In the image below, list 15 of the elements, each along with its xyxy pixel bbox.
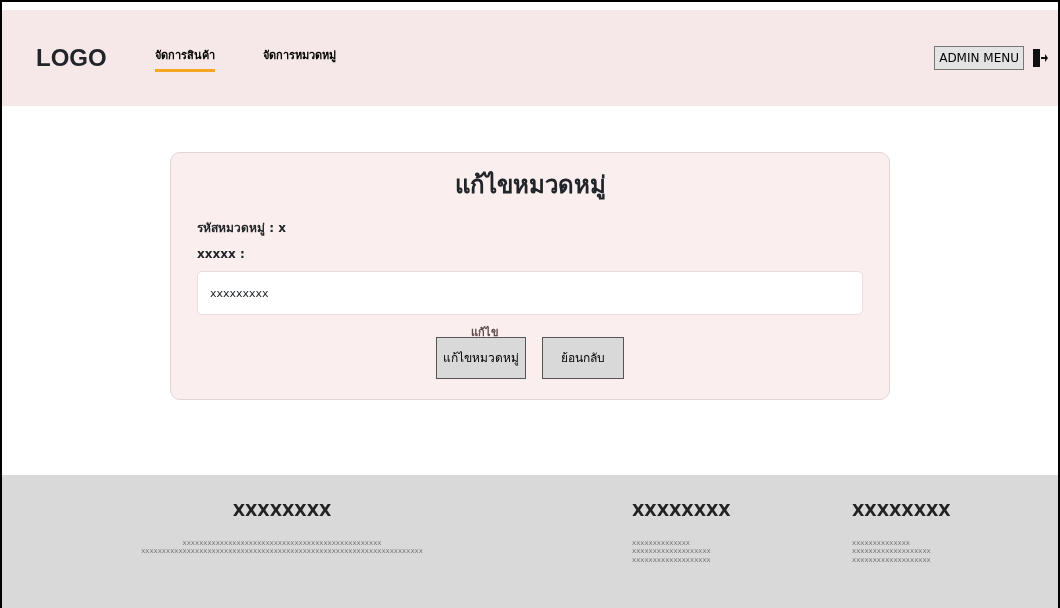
logout-icon[interactable] (1032, 48, 1048, 68)
admin-menu-button[interactable]: ADMIN MENU (934, 46, 1024, 70)
back-button[interactable]: ย้อนกลับ (542, 337, 624, 379)
nav-tab[interactable]: จัดการหมวดหมู่ (262, 44, 336, 72)
hint-text: แก้ไข (471, 326, 499, 339)
save-button[interactable]: แก้ไขหมวดหมู่ (436, 337, 526, 379)
category-code-label: รหัสหมวดหมู่ : x (197, 220, 287, 237)
footer-heading: XXXXXXXX (632, 500, 732, 522)
form-title: แก้ไขหมวดหมู่ (453, 170, 607, 202)
footer-heading: XXXXXXXX (231, 500, 333, 522)
logo[interactable]: LOGO (36, 40, 107, 76)
footer-heading: XXXXXXXX (852, 500, 952, 522)
input-field[interactable]: xxxxxxxxx (197, 271, 863, 315)
nav-tab[interactable]: จัดการสินค้า (154, 44, 215, 72)
field-label: xxxxx : (197, 246, 246, 263)
